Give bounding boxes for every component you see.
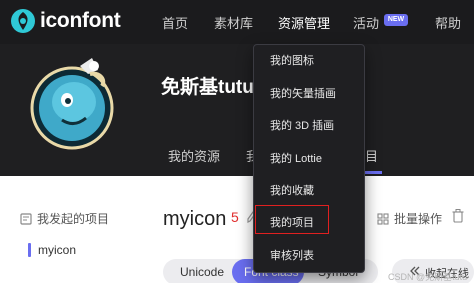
sidebar-title-label: 我发起的项目 (37, 212, 110, 226)
brand-logo[interactable]: iconfont (10, 8, 121, 34)
highlight-box (255, 205, 329, 234)
avatar[interactable] (22, 52, 122, 152)
menu-item-my-vector-illustrations[interactable]: 我的矢量插画 (270, 85, 336, 101)
project-title: myicon (163, 208, 227, 230)
menu-item-my-3d-illustrations[interactable]: 我的 3D 插画 (270, 117, 334, 133)
menu-item-my-lottie[interactable]: 我的 Lottie (270, 150, 322, 166)
sidebar-title: 我发起的项目 (20, 210, 109, 227)
csdn-watermark: CSDN @免斯基tutu (388, 272, 468, 282)
batch-label: 批量操作 (394, 212, 443, 226)
project-list-icon (20, 212, 32, 225)
menu-item-my-favorites[interactable]: 我的收藏 (270, 182, 314, 198)
sidebar-item-label: myicon (38, 243, 77, 257)
trash-icon[interactable] (452, 209, 464, 223)
sidebar-item-myicon[interactable]: myicon (28, 243, 76, 257)
nav-help[interactable]: 帮助 (435, 13, 461, 32)
batch-operation-button[interactable]: 批量操作 (377, 210, 442, 227)
menu-item-review-list[interactable]: 审核列表 (270, 247, 314, 263)
profile-username: 免斯基tutu (161, 77, 254, 98)
brand-name: iconfont (40, 9, 121, 32)
project-sidebar (0, 176, 146, 283)
batch-icon (377, 212, 389, 225)
format-tab-unicode[interactable]: Unicode (180, 265, 224, 279)
nav-activity[interactable]: 活动 (353, 13, 379, 32)
tab-projects-partial[interactable]: 目 (365, 146, 378, 165)
tab-my-resources[interactable]: 我的资源 (168, 146, 220, 165)
selected-indicator (28, 243, 31, 257)
project-icon-count: 5 (231, 209, 239, 225)
menu-item-my-icons[interactable]: 我的图标 (270, 52, 314, 68)
nav-home[interactable]: 首页 (162, 13, 188, 32)
new-badge: NEW (384, 14, 408, 26)
nav-materials[interactable]: 素材库 (214, 13, 253, 32)
iconfont-logo-icon (11, 9, 35, 33)
nav-resources[interactable]: 资源管理 (278, 13, 330, 32)
